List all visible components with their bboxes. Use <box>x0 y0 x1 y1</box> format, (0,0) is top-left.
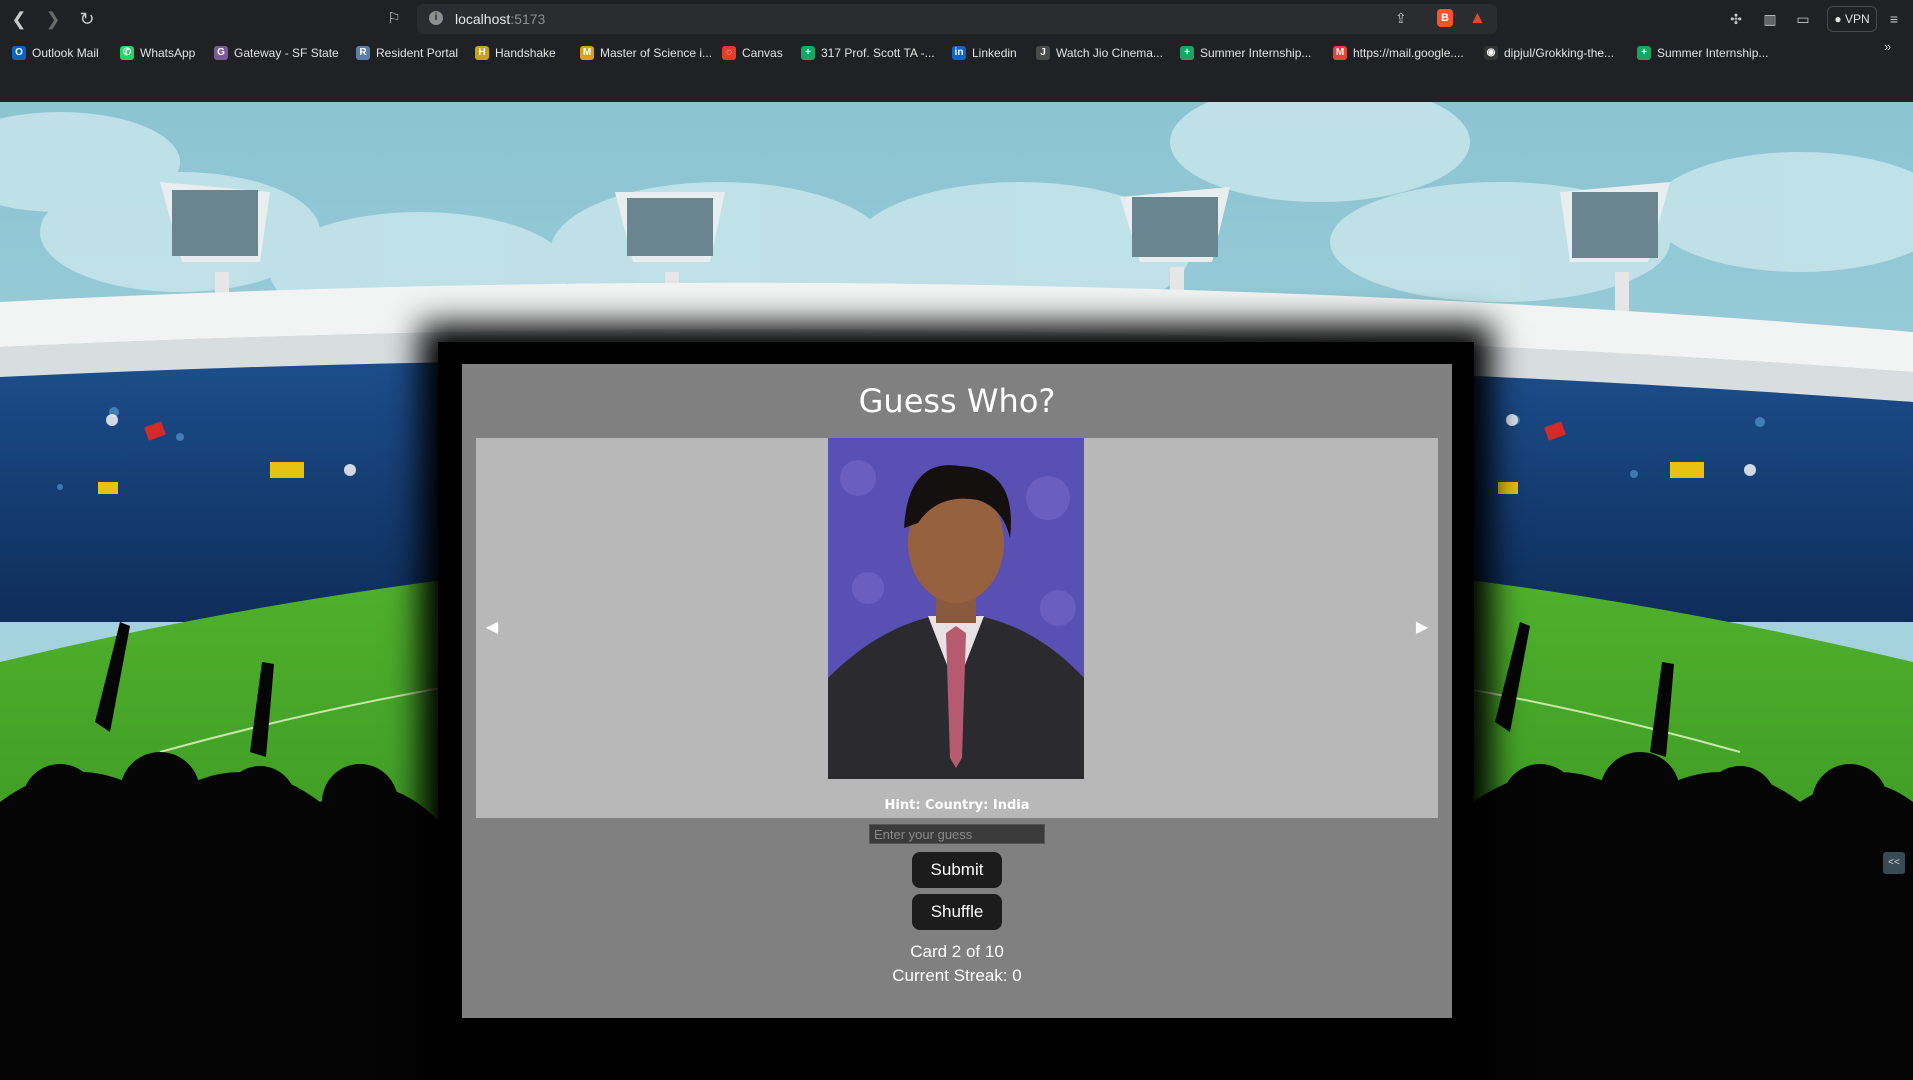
guess-input[interactable] <box>869 824 1045 844</box>
outlook-icon: O <box>12 46 26 60</box>
streak-counter: Current Streak: 0 <box>892 966 1022 985</box>
whatsapp-icon: ✆ <box>120 46 134 60</box>
github-icon: ◉ <box>1484 46 1498 60</box>
page-title: Guess Who? <box>858 382 1056 420</box>
bookmark-label: Summer Internship... <box>1200 46 1312 60</box>
bookmark-label: Resident Portal <box>376 46 459 60</box>
back-icon[interactable]: ❮ <box>8 8 30 30</box>
bookmark-label: Watch Jio Cinema... <box>1056 46 1163 60</box>
vpn-label: VPN <box>1844 12 1870 26</box>
bookmark-item[interactable]: ◌ Canvas <box>722 45 783 61</box>
sheets-icon: + <box>1637 46 1651 60</box>
browser-chrome-spacer: » <box>0 39 1913 102</box>
sheets-icon: + <box>1180 46 1194 60</box>
bookmark-label: WhatsApp <box>140 46 196 60</box>
bookmark-item[interactable]: H Handshake <box>475 45 556 61</box>
bookmark-item[interactable]: + Summer Internship... <box>1180 45 1311 61</box>
bookmark-item[interactable]: Mhttps://mail.google.... <box>1333 45 1464 61</box>
bookmark-label: Canvas <box>742 46 783 60</box>
menu-icon[interactable]: ≡ <box>1884 9 1904 29</box>
wallet-icon[interactable]: ▭ <box>1793 9 1813 29</box>
site-info-icon[interactable]: i <box>429 11 443 25</box>
brave-shields-icon[interactable]: B <box>1437 9 1453 27</box>
share-icon[interactable]: ⇪ <box>1395 10 1407 27</box>
gmail-icon: M <box>1333 46 1347 60</box>
bookmark-item[interactable]: + Summer Internship... <box>1637 45 1768 61</box>
url-text[interactable]: localhost:5173 <box>455 11 545 27</box>
linkedin-icon: in <box>952 46 966 60</box>
url-port: :5173 <box>510 11 546 27</box>
jiocinema-icon: J <box>1036 46 1050 60</box>
prev-arrow-icon[interactable]: ◀ <box>482 614 502 642</box>
collapse-icon[interactable]: << <box>1883 852 1905 874</box>
flashcard-slide[interactable]: ◀ ▶ Hint: Country: India <box>476 438 1438 818</box>
bookmark-label: dipjul/Grokking-the... <box>1504 46 1615 60</box>
bookmark-item[interactable]: J Watch Jio Cinema... <box>1036 45 1163 61</box>
bookmark-item[interactable]: ✆ WhatsApp <box>120 45 195 61</box>
bookmark-label: Summer Internship... <box>1657 46 1769 60</box>
bookmark-label: Gateway - SF State <box>234 46 339 60</box>
bookmark-item[interactable]: in Linkedin <box>952 45 1017 61</box>
resident-portal-icon: R <box>356 46 370 60</box>
bookmark-page-icon[interactable]: ⚐ <box>383 8 405 30</box>
browser-toolbar: ❮ ❯ ↻ ⚐ i localhost:5173 ⇪ B ▲ ✣ ▥ ▭ ● V… <box>0 0 1913 37</box>
bookmarks-bar: O Outlook Mail ✆ WhatsApp G Gateway - SF Stat… <box>0 37 1913 68</box>
brave-rewards-icon[interactable]: ▲ <box>1469 8 1486 28</box>
bookmark-item[interactable]: ◉ dipjul/Grokking-the... <box>1484 45 1614 61</box>
bookmark-label: Outlook Mail <box>32 46 99 60</box>
shuffle-button[interactable]: Shuffle <box>912 894 1002 930</box>
bookmark-item[interactable]: +317 Prof. Scott TA -... <box>801 45 935 61</box>
extensions-icon[interactable]: ✣ <box>1726 9 1746 29</box>
bookmark-label: Handshake <box>495 46 556 60</box>
bookmark-item[interactable]: O Outlook Mail <box>12 45 99 61</box>
bookmark-label: Linkedin <box>972 46 1017 60</box>
hint-text: Hint: Country: India <box>884 798 1030 813</box>
submit-button[interactable]: Submit <box>912 852 1002 888</box>
bookmark-label: https://mail.google.... <box>1353 46 1464 60</box>
url-host: localhost <box>455 11 511 27</box>
address-bar[interactable]: i localhost:5173 ⇪ B ▲ <box>417 4 1497 34</box>
player-photo <box>828 438 1084 779</box>
bookmark-item[interactable]: G Gateway - SF State <box>214 45 339 61</box>
handshake-icon: H <box>475 46 489 60</box>
card-counter: Card 2 of 10 <box>910 942 1004 961</box>
bookmark-item[interactable]: M Master of Science i... <box>580 45 712 61</box>
gateway-icon: G <box>214 46 228 60</box>
game-card: Guess Who? ◀ ▶ Hint: Country: India Subm… <box>462 364 1452 1018</box>
bookmarks-overflow-icon[interactable]: » <box>1884 39 1891 54</box>
forward-icon[interactable]: ❯ <box>42 8 64 30</box>
bookmark-label: Master of Science i... <box>600 46 713 60</box>
page-viewport: Guess Who? ◀ ▶ Hint: Country: India Subm… <box>0 102 1913 1080</box>
master-science-icon: M <box>580 46 594 60</box>
reload-icon[interactable]: ↻ <box>76 8 98 30</box>
next-arrow-icon[interactable]: ▶ <box>1412 614 1432 642</box>
vpn-button[interactable]: ● VPN <box>1827 6 1877 32</box>
bookmark-label: 317 Prof. Scott TA -... <box>821 46 935 60</box>
sheets-icon: + <box>801 46 815 60</box>
bookmark-item[interactable]: R Resident Portal <box>356 45 458 61</box>
sidebar-icon[interactable]: ▥ <box>1760 9 1780 29</box>
canvas-icon: ◌ <box>722 46 736 60</box>
